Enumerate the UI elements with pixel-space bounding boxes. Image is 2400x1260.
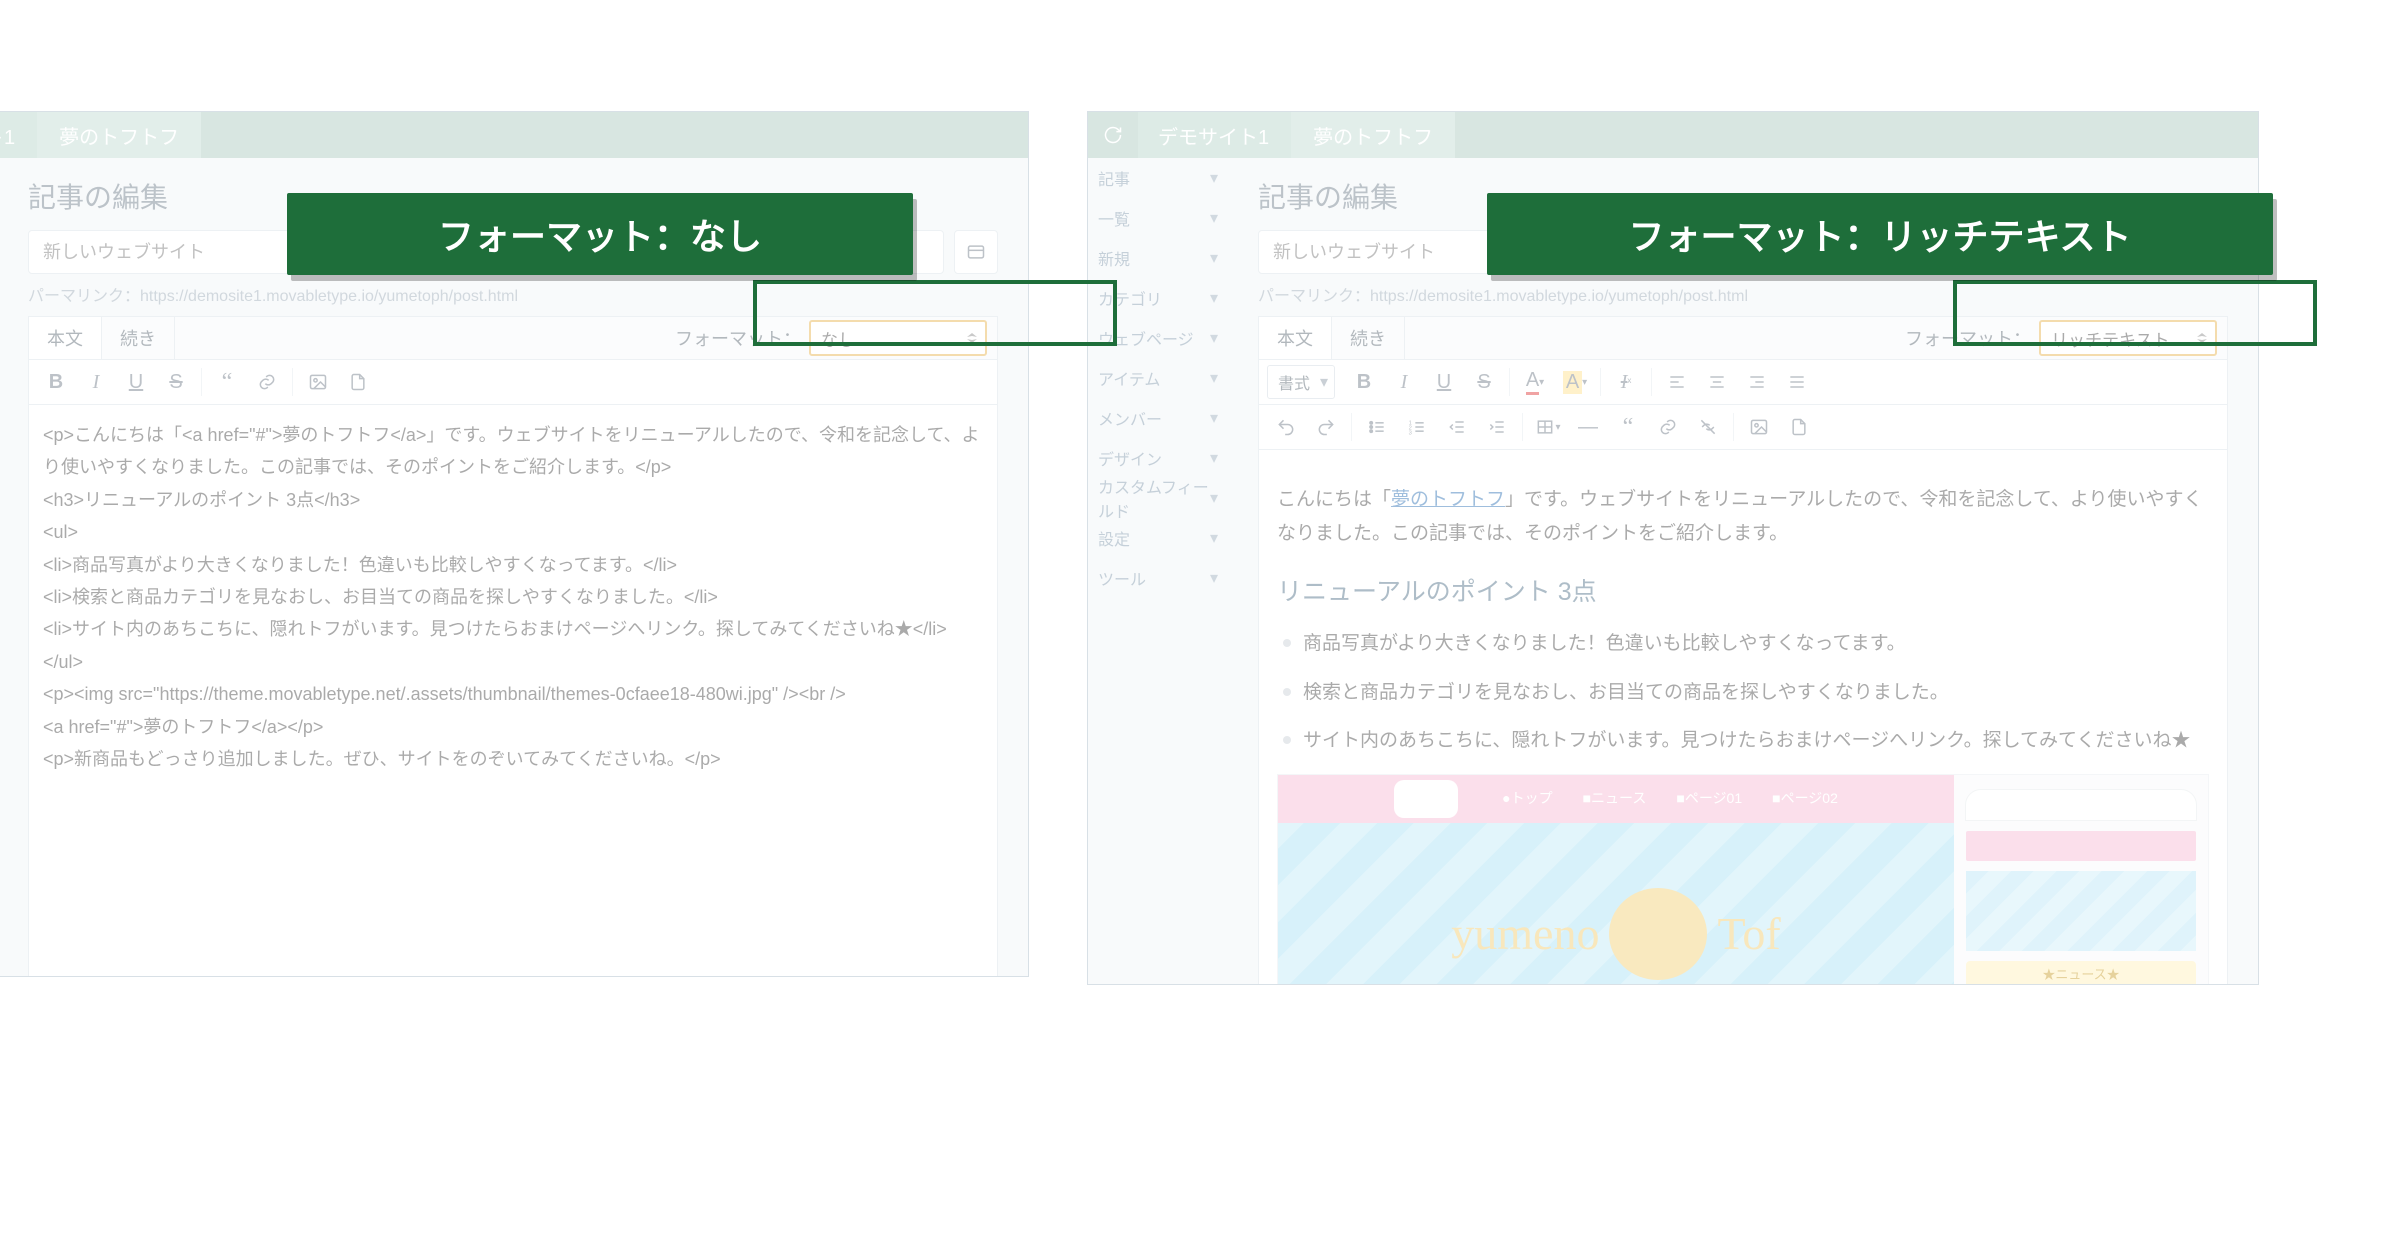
style-dropdown[interactable]: 書式: [1267, 365, 1335, 399]
outdent-icon[interactable]: [1438, 409, 1476, 445]
table-icon[interactable]: ▾: [1529, 409, 1567, 445]
sidebar-item[interactable]: 記事▾: [1088, 158, 1228, 198]
alignleft-icon[interactable]: [1658, 364, 1696, 400]
tab-body[interactable]: 本文: [29, 317, 102, 359]
rich-list: 商品写真がより大きくなりました！色違いも比較しやすくなってます。検索と商品カテゴ…: [1277, 627, 2209, 758]
list-item: 検索と商品カテゴリを見なおし、お目当ての商品を探しやすくなりました。: [1277, 676, 2209, 710]
svg-text:3: 3: [1409, 431, 1412, 437]
tab-body[interactable]: 本文: [1259, 317, 1332, 359]
textcolor-icon[interactable]: A▾: [1516, 364, 1554, 400]
italic-icon[interactable]: I: [77, 364, 115, 400]
unlink-icon[interactable]: [1689, 409, 1727, 445]
ol-icon[interactable]: 123: [1398, 409, 1436, 445]
bgcolor-icon[interactable]: A▾: [1556, 364, 1594, 400]
redo-icon[interactable]: [1307, 409, 1345, 445]
undo-icon[interactable]: [1267, 409, 1305, 445]
italic-icon[interactable]: I: [1385, 364, 1423, 400]
toolbar-row2: 123 ▾ ― “: [1258, 405, 2228, 450]
list-item: サイト内のあちこちに、隠れトフがいます。見つけたらおまけページへリンク。探してみ…: [1277, 724, 2209, 758]
format-highlight-left: [753, 280, 1117, 346]
underline-icon[interactable]: U: [117, 364, 155, 400]
image-icon[interactable]: [299, 364, 337, 400]
breadcrumb: デモサイト1 夢のトフトフ: [1088, 112, 2258, 158]
list-item: 商品写真がより大きくなりました！色違いも比較しやすくなってます。: [1277, 627, 2209, 661]
alignright-icon[interactable]: [1738, 364, 1776, 400]
rich-paragraph: こんにちは「夢のトフトフ」です。ウェブサイトをリニューアルしたので、令和を記念し…: [1277, 483, 2209, 551]
sidebar-item[interactable]: 新規▾: [1088, 238, 1228, 278]
strike-icon[interactable]: S: [157, 364, 195, 400]
toolbar-simple: B I U S “: [28, 359, 998, 405]
editor-textarea[interactable]: <p>こんにちは「<a href="#">夢のトフトフ</a>」です。ウェブサイ…: [28, 405, 998, 977]
rich-editor-body[interactable]: こんにちは「夢のトフトフ」です。ウェブサイトをリニューアルしたので、令和を記念し…: [1258, 450, 2228, 985]
link-icon[interactable]: [248, 364, 286, 400]
quote-icon[interactable]: “: [208, 364, 246, 400]
file-icon[interactable]: [1780, 409, 1818, 445]
sidebar-item[interactable]: メンバー▾: [1088, 398, 1228, 438]
breadcrumb-entry[interactable]: 夢のトフトフ: [37, 112, 201, 158]
ul-icon[interactable]: [1358, 409, 1396, 445]
clearformat-icon[interactable]: Iˣ: [1607, 364, 1645, 400]
strike-icon[interactable]: S: [1465, 364, 1503, 400]
card-icon[interactable]: [954, 230, 998, 274]
aligncenter-icon[interactable]: [1698, 364, 1736, 400]
alignjustify-icon[interactable]: [1778, 364, 1816, 400]
underline-icon[interactable]: U: [1425, 364, 1463, 400]
callout-right: フォーマット：リッチテキスト: [1487, 193, 2273, 275]
bold-icon[interactable]: B: [37, 364, 75, 400]
breadcrumb-site[interactable]: デモサイト1: [1138, 112, 1291, 158]
mascot-icon: [1609, 888, 1707, 980]
sidebar-item[interactable]: アイテム▾: [1088, 358, 1228, 398]
mock-nav: ●トップ■ニュース■ページ01■ページ02: [1278, 775, 1954, 823]
rich-link[interactable]: 夢のトフトフ: [1391, 489, 1505, 510]
breadcrumb-site[interactable]: デモサイト1: [0, 112, 37, 158]
breadcrumb-entry[interactable]: 夢のトフトフ: [1291, 112, 1455, 158]
rich-heading: リニューアルのポイント 3点: [1277, 570, 2209, 615]
sidebar-item[interactable]: カスタムフィールド▾: [1088, 478, 1228, 518]
sidebar-item[interactable]: ツール▾: [1088, 558, 1228, 598]
bold-icon[interactable]: B: [1345, 364, 1383, 400]
blockquote-icon[interactable]: “: [1609, 409, 1647, 445]
tab-more[interactable]: 続き: [102, 317, 175, 359]
callout-left: フォーマット：なし: [287, 193, 913, 275]
toolbar-row1: 書式 B I U S A▾ A▾ Iˣ: [1258, 359, 2228, 405]
breadcrumb: デモサイト1 夢のトフトフ: [0, 112, 1028, 158]
format-highlight-right: [1953, 280, 2317, 346]
tab-more[interactable]: 続き: [1332, 317, 1405, 359]
indent-icon[interactable]: [1478, 409, 1516, 445]
link-icon[interactable]: [1649, 409, 1687, 445]
sidebar-item[interactable]: 一覧▾: [1088, 198, 1228, 238]
refresh-icon[interactable]: [1088, 125, 1138, 145]
sidebar-item[interactable]: 設定▾: [1088, 518, 1228, 558]
sidebar-item[interactable]: デザイン▾: [1088, 438, 1228, 478]
embedded-image: ●トップ■ニュース■ページ01■ページ02 yumeno Tof ★ニュース★: [1277, 774, 2209, 985]
file-icon[interactable]: [339, 364, 377, 400]
hr-icon[interactable]: ―: [1569, 409, 1607, 445]
image-icon[interactable]: [1740, 409, 1778, 445]
